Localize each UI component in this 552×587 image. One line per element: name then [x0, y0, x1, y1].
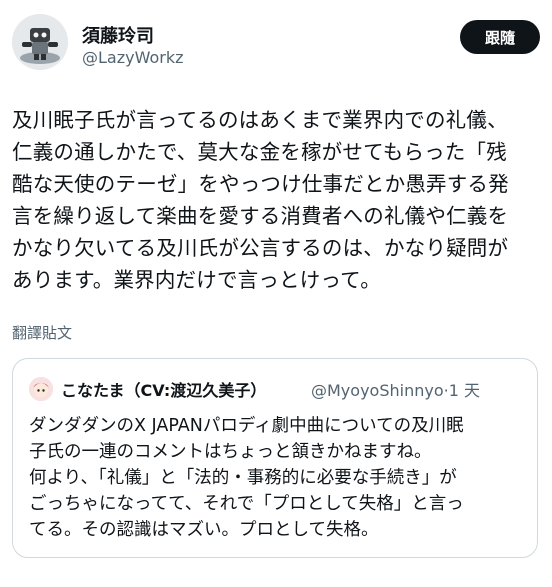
quoted-author-meta: @MyoyoShinnyo·1 天: [311, 377, 480, 401]
quoted-author-avatar: [29, 377, 53, 401]
author-display-name[interactable]: 須藤玲司: [82, 22, 154, 48]
author-avatar[interactable]: [12, 14, 68, 70]
author-handle[interactable]: @LazyWorkz: [82, 48, 184, 67]
robot-figure-icon: [12, 14, 68, 70]
translate-post-link[interactable]: 翻譯貼文: [12, 322, 72, 343]
follow-button[interactable]: 跟隨: [460, 20, 540, 54]
quoted-author-display-name: こなたま（CV:渡辺久美子）: [61, 381, 267, 400]
quoted-tweet-time: 1 天: [448, 381, 480, 400]
anime-avatar-icon: [29, 377, 53, 401]
quoted-tweet-text: ダンダダンのX JAPANパロディ劇中曲についての及川眠 子氏の一連のコメントは…: [29, 416, 464, 540]
quoted-author-handle: @MyoyoShinnyo: [311, 381, 444, 400]
quoted-tweet-card[interactable]: こなたま（CV:渡辺久美子） @MyoyoShinnyo·1 天 ダンダダンのX…: [12, 358, 538, 558]
tweet-header: 須藤玲司 @LazyWorkz 跟隨: [12, 14, 540, 74]
tweet-body-text: 及川眠子氏が言ってるのはあくまで業界内での礼儀、 仁義の通しかたで、莫大な金を稼…: [12, 108, 509, 292]
